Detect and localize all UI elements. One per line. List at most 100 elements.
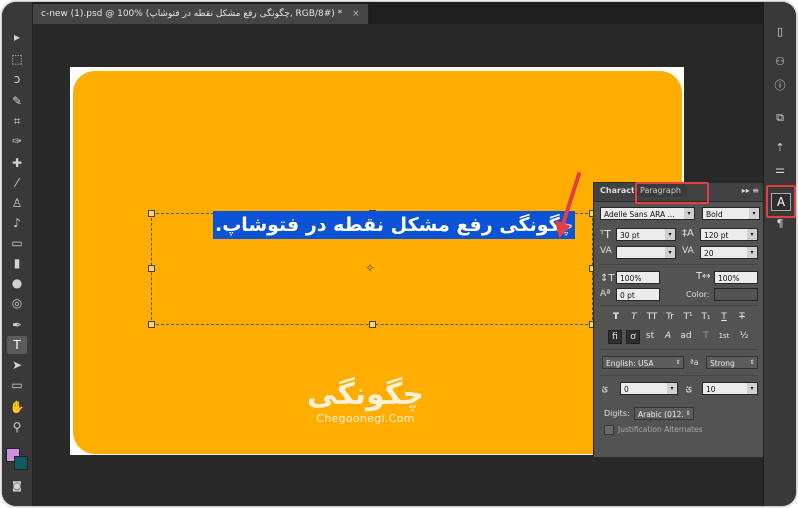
lasso-icon[interactable]: ↄ (7, 70, 27, 88)
quick-select-icon[interactable]: ✎ (7, 92, 27, 110)
tracking-field[interactable]: 20 ▾ (700, 246, 758, 259)
transform-handle[interactable] (148, 210, 155, 217)
antialias-select[interactable]: Strong ⇕ (706, 356, 758, 369)
healing-icon[interactable]: ✚ (7, 154, 27, 172)
underline-button[interactable]: T (718, 311, 730, 323)
kerning-icon: VA (600, 246, 612, 256)
baseline-shift-field[interactable]: 0 pt (616, 288, 660, 301)
kashida-field[interactable]: 0 ▾ (620, 382, 678, 395)
dodge-icon[interactable]: ◎ (7, 294, 27, 312)
faux-italic-button[interactable]: T (628, 311, 640, 323)
discretionary-ligatures-button[interactable]: ơ (626, 330, 640, 344)
kashida-icon: ؽ (602, 383, 608, 394)
leading-field[interactable]: 120 pt ▾ (700, 228, 758, 241)
tracking-icon: VA (682, 246, 694, 256)
superscript-button[interactable]: T¹ (682, 311, 694, 323)
character-panel: Character Paragraph ▸▸ ≡ Adelle Sans ARA… (593, 182, 766, 458)
divider (600, 305, 758, 306)
digits-label: Digits: (604, 409, 630, 418)
photoshop-window: ▸ ⬚ ↄ ✎ ⌗ ✑ ✚ ⁄ ♙ ♪ ▭ ▮ ● ◎ ✒ T ➤ ▭ ✋ ⚲ … (2, 2, 796, 506)
digits-value: Arabic (012... (638, 410, 689, 419)
fractions-button[interactable]: ½ (738, 330, 750, 342)
ordinals-button[interactable]: ad (680, 330, 692, 342)
tracking-value: 20 (704, 249, 714, 258)
swatches-icon[interactable]: ⚇ (771, 54, 789, 70)
small-caps-button[interactable]: Tr (664, 311, 676, 323)
move-icon[interactable]: ▸ (7, 28, 27, 46)
crop-icon[interactable]: ⌗ (7, 112, 27, 130)
history-icon[interactable]: ▯ (771, 24, 789, 40)
stylistic-alternates-button[interactable]: st (644, 330, 656, 342)
chevron-down-icon: ⇕ (683, 408, 693, 419)
kashida-value: 0 (624, 385, 629, 394)
selected-headline-text[interactable]: چگونگی رفع مشکل نقطه در فتوشاپ. (213, 211, 576, 239)
faux-bold-button[interactable]: T (610, 311, 622, 323)
reference-point-icon: ✧ (365, 261, 376, 275)
digits-select[interactable]: Arabic (012... ⇕ (634, 407, 694, 420)
antialias-value: Strong (710, 359, 735, 368)
font-family-select[interactable]: Adelle Sans ARA ... ▾ (600, 207, 695, 220)
document-tab[interactable]: c-new (1).psd @ 100% (چگونگی رفع مشکل نق… (33, 4, 369, 24)
quick-mask-icon[interactable]: ◙ (7, 478, 27, 496)
font-style-select[interactable]: Bold ▾ (702, 207, 760, 220)
titling-alternates-button[interactable]: T (700, 330, 712, 342)
font-size-field[interactable]: 30 pt ▾ (616, 228, 676, 241)
antialias-icon: ªa (690, 358, 699, 367)
background-color-swatch[interactable] (14, 456, 28, 470)
ordinal-1st-button[interactable]: 1st (718, 330, 730, 342)
language-select[interactable]: English: USA ⇕ (602, 356, 684, 369)
kerning-field[interactable]: ▾ (616, 246, 676, 259)
adjustments-icon[interactable]: ⚌ (771, 162, 789, 178)
chevron-down-icon: ▾ (665, 247, 675, 258)
justification-checkbox[interactable] (604, 425, 614, 435)
chevron-down-icon: ⇕ (673, 357, 683, 368)
stamp-icon[interactable]: ♙ (7, 194, 27, 212)
diacritic-field[interactable]: 10 ▾ (702, 382, 758, 395)
eraser-icon[interactable]: ▭ (7, 234, 27, 252)
justification-label: Justification Alternates (618, 425, 703, 434)
pen-icon[interactable]: ✒ (7, 316, 27, 334)
clone-source-icon[interactable]: ⧉ (771, 110, 789, 126)
brush-presets-icon[interactable]: ⇡ (771, 140, 789, 156)
divider (600, 375, 758, 376)
subscript-button[interactable]: T₁ (700, 311, 712, 323)
marquee-icon[interactable]: ⬚ (7, 50, 27, 68)
eyedropper-icon[interactable]: ✑ (7, 132, 27, 150)
baseline-shift-value: 0 pt (620, 291, 635, 300)
info-icon[interactable]: ⓘ (771, 78, 789, 94)
panel-menu-icon[interactable]: ▸▸ ≡ (742, 186, 759, 195)
blur-icon[interactable]: ● (7, 274, 27, 292)
vertical-scale-field[interactable]: 100% (616, 271, 660, 284)
canvas-area[interactable]: چگونگی رفع مشکل نقطه در فتوشاپ. ✧ چگونگی… (33, 24, 766, 506)
watermark-url: Chegoonegi.Com (316, 412, 415, 425)
chevron-down-icon: ▾ (667, 383, 677, 394)
strikethrough-button[interactable]: T (736, 311, 748, 323)
paragraph-panel-icon[interactable]: ¶ (771, 216, 789, 232)
color-swatch[interactable] (714, 288, 758, 301)
brush-icon[interactable]: ⁄ (7, 174, 27, 192)
diacritic-icon: ؽ (686, 383, 692, 394)
path-select-icon[interactable]: ➤ (7, 356, 27, 374)
character-icon-highlight (766, 185, 796, 218)
gradient-icon[interactable]: ▮ (7, 254, 27, 272)
shape-icon[interactable]: ▭ (7, 376, 27, 394)
history-brush-icon[interactable]: ♪ (7, 214, 27, 232)
ligatures-button[interactable]: ﬁ (608, 330, 622, 344)
type-icon[interactable]: T (7, 336, 27, 354)
swash-button[interactable]: A (662, 330, 674, 342)
document-tab-title: c-new (1).psd @ 100% (چگونگی رفع مشکل نق… (41, 9, 343, 19)
chevron-down-icon: ▾ (749, 208, 759, 219)
close-icon[interactable]: × (352, 9, 360, 19)
horizontal-scale-field[interactable]: 100% (714, 271, 758, 284)
watermark-title: چگونگی (307, 377, 424, 412)
transform-handle[interactable] (148, 321, 155, 328)
vertical-scale-value: 100% (620, 274, 642, 283)
transform-handle[interactable] (369, 321, 376, 328)
hand-icon[interactable]: ✋ (7, 398, 27, 416)
zoom-icon[interactable]: ⚲ (7, 418, 27, 436)
font-size-value: 30 pt (620, 231, 640, 240)
divider (600, 264, 758, 265)
all-caps-button[interactable]: TT (646, 311, 658, 323)
transform-handle[interactable] (148, 265, 155, 272)
annotation-arrow-icon (555, 172, 581, 238)
